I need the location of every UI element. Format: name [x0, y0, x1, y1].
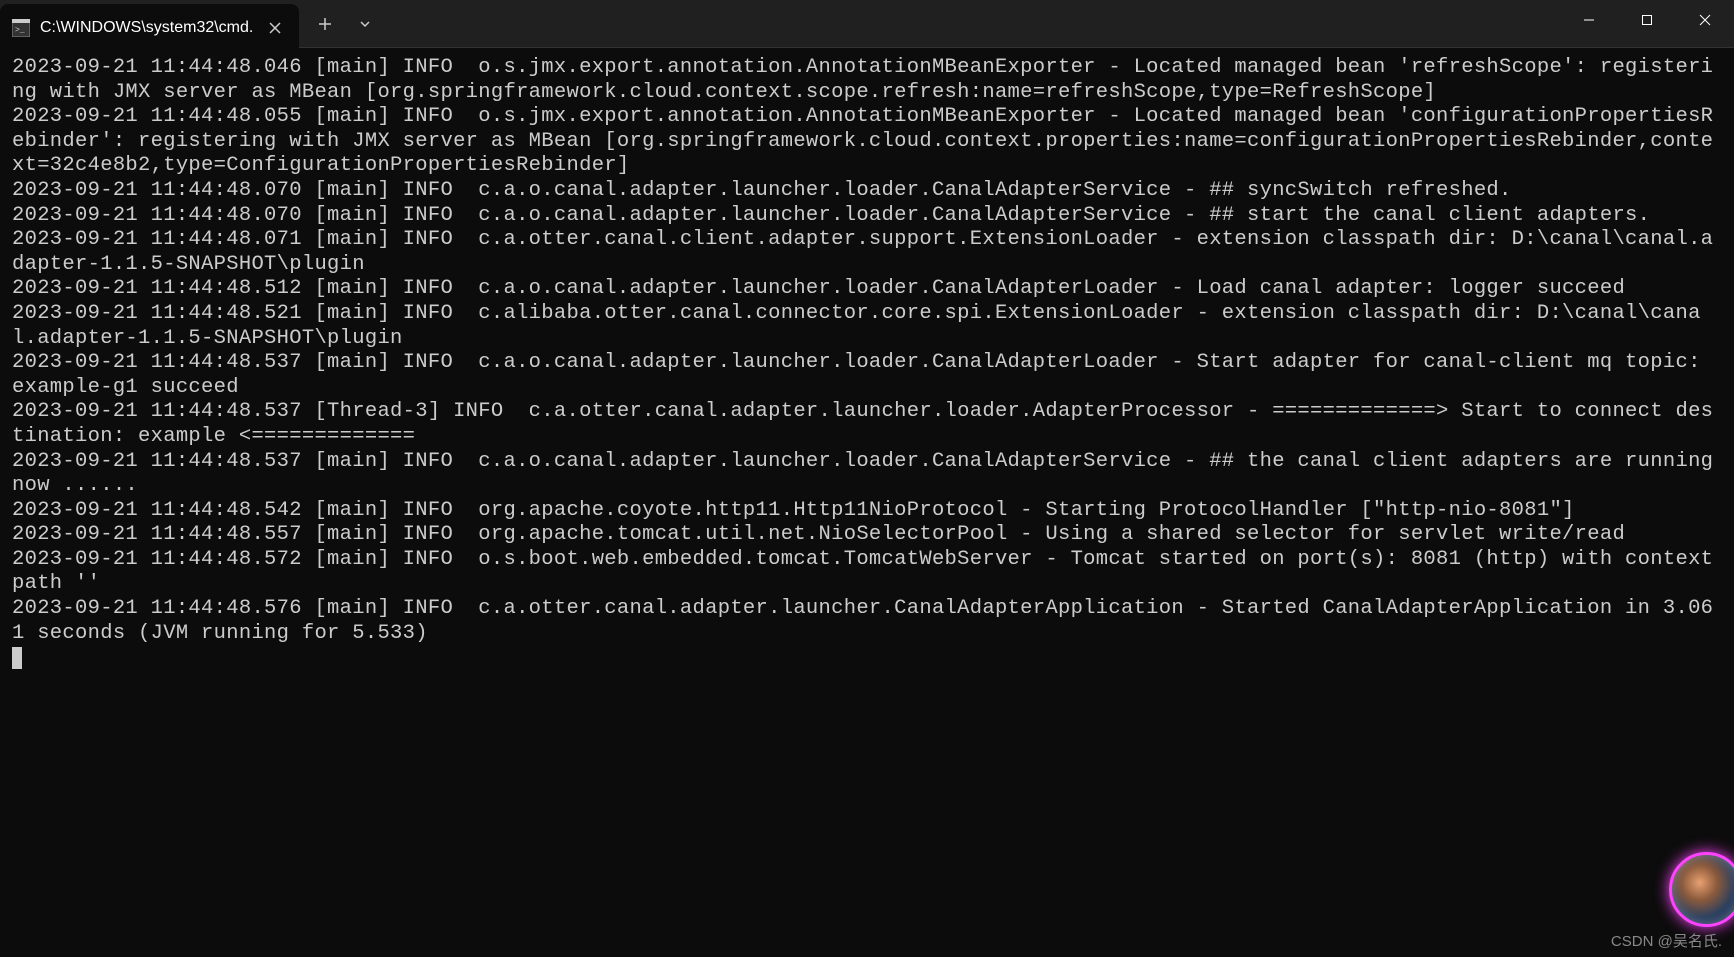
titlebar-left: >_ C:\WINDOWS\system32\cmd.: [0, 0, 383, 47]
tab-close-button[interactable]: [263, 16, 287, 40]
svg-text:>_: >_: [15, 26, 25, 35]
tab-title: C:\WINDOWS\system32\cmd.: [40, 19, 253, 37]
minimize-button[interactable]: [1560, 0, 1618, 40]
cmd-icon: >_: [12, 19, 30, 37]
close-button[interactable]: [1676, 0, 1734, 40]
avatar: [1669, 852, 1734, 927]
terminal-tab[interactable]: >_ C:\WINDOWS\system32\cmd.: [0, 4, 299, 51]
titlebar: >_ C:\WINDOWS\system32\cmd.: [0, 0, 1734, 48]
window-controls: [1560, 0, 1734, 47]
watermark: CSDN @吴名氏.: [1611, 930, 1722, 951]
cursor: [12, 647, 22, 669]
new-tab-button[interactable]: [307, 6, 343, 42]
maximize-button[interactable]: [1618, 0, 1676, 40]
terminal-output[interactable]: 2023-09-21 11:44:48.046 [main] INFO o.s.…: [0, 48, 1734, 679]
tab-dropdown-button[interactable]: [347, 6, 383, 42]
